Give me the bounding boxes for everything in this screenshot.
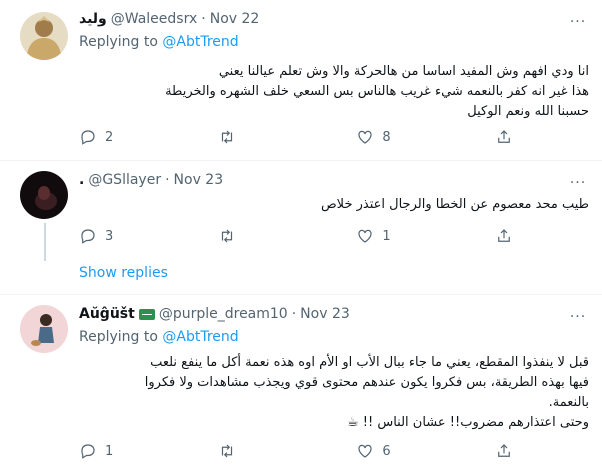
avatar-image: [20, 305, 68, 353]
tweet-text-line: طيب محد معصوم عن الخطا والرجال اعتذر خلا…: [320, 197, 589, 212]
retweet-icon: [221, 130, 232, 144]
timestamp[interactable]: Nov 23: [174, 172, 224, 188]
display-name[interactable]: وليد: [79, 11, 107, 27]
more-options-icon[interactable]: ···: [568, 307, 588, 327]
tweet-2[interactable]: . @GSllayer · Nov 23 ··· طيب محد معصوم ع…: [0, 161, 602, 261]
more-options-icon[interactable]: ···: [568, 173, 588, 193]
replying-to: Replying to @AbtTrend: [79, 34, 239, 50]
timestamp[interactable]: Nov 22: [210, 11, 260, 27]
share-icon: [498, 229, 510, 242]
share-icon: [498, 444, 510, 457]
reply-button[interactable]: 2: [79, 128, 159, 146]
avatar[interactable]: [20, 171, 68, 219]
more-options-icon[interactable]: ···: [568, 12, 588, 32]
mention-link[interactable]: @AbtTrend: [162, 329, 238, 345]
reply-button[interactable]: 3: [79, 227, 159, 245]
show-replies-link[interactable]: Show replies: [79, 265, 168, 281]
display-name[interactable]: Aŭĝüšt: [79, 306, 135, 322]
reply-count: 2: [105, 129, 114, 145]
retweet-button[interactable]: [218, 128, 298, 146]
reply-count: 3: [105, 228, 114, 244]
tweet-text-line: وحتى اعتذارهم مضروب!! عشان الناس !! ☕: [347, 415, 589, 430]
action-bar: 2 8: [79, 128, 519, 146]
replying-to: Replying to @AbtTrend: [79, 329, 239, 345]
tweet-text-line: انا ودي افهم وش المفيد اساسا من هالحركة …: [218, 64, 589, 79]
tweet-text-line: فيها بهذه الطريقة، بس فكروا يكون عندهم م…: [144, 375, 589, 390]
timestamp[interactable]: Nov 23: [300, 306, 350, 322]
tweet-text: انا ودي افهم وش المفيد اساسا من هالحركة …: [79, 62, 589, 122]
action-bar: 3 1: [79, 227, 519, 245]
thread-line: [44, 223, 46, 261]
display-name[interactable]: .: [79, 172, 84, 188]
retweet-button[interactable]: [218, 442, 298, 460]
like-button[interactable]: 8: [356, 128, 436, 146]
reply-icon: [81, 444, 95, 459]
tweet-text: قبل لا ينفذوا المقطع، يعني ما جاء ببال ا…: [79, 353, 589, 433]
avatar-image: [20, 171, 68, 219]
heart-icon: [358, 444, 372, 458]
tweet-header: . @GSllayer · Nov 23: [79, 172, 223, 188]
replying-prefix: Replying to: [79, 329, 163, 345]
action-bar: 1 6: [79, 442, 519, 460]
tweet-header: وليد @Waleedsrx · Nov 22: [79, 11, 259, 27]
heart-icon: [358, 130, 372, 144]
like-count: 6: [382, 443, 391, 459]
separator-dot: ·: [291, 306, 297, 322]
tweet-text-line: بالنعمة.: [548, 395, 589, 410]
reply-icon: [81, 229, 95, 244]
like-count: 8: [382, 129, 391, 145]
retweet-icon: [221, 229, 232, 243]
tweet-3[interactable]: Aŭĝüšt @purple_dream10 · Nov 23 ··· Repl…: [0, 295, 602, 465]
tweet-1[interactable]: وليد @Waleedsrx · Nov 22 ··· Replying to…: [0, 0, 602, 160]
separator-dot: ·: [201, 11, 206, 27]
avatar[interactable]: [20, 305, 68, 353]
user-handle[interactable]: @GSllayer: [88, 172, 161, 188]
share-button[interactable]: [495, 227, 519, 245]
like-count: 1: [382, 228, 391, 244]
replying-prefix: Replying to: [79, 34, 163, 50]
avatar[interactable]: [20, 12, 68, 60]
reply-count: 1: [105, 443, 114, 459]
tweet-text: طيب محد معصوم عن الخطا والرجال اعتذر خلا…: [79, 195, 589, 215]
user-handle[interactable]: @Waleedsrx: [111, 11, 198, 27]
share-button[interactable]: [495, 128, 519, 146]
mention-link[interactable]: @AbtTrend: [162, 34, 238, 50]
retweet-button[interactable]: [218, 227, 298, 245]
tweet-text-line: هذا غير انه كفر بالنعمه شيء غريب هالناس …: [165, 84, 589, 99]
like-button[interactable]: 1: [356, 227, 436, 245]
user-handle[interactable]: @purple_dream10: [159, 306, 288, 322]
reply-button[interactable]: 1: [79, 442, 159, 460]
heart-icon: [358, 229, 372, 243]
like-button[interactable]: 6: [356, 442, 436, 460]
retweet-icon: [221, 444, 232, 458]
separator-dot: ·: [165, 172, 170, 188]
flag-icon: [138, 308, 155, 320]
tweet-header: Aŭĝüšt @purple_dream10 · Nov 23: [79, 306, 350, 322]
share-icon: [498, 130, 510, 143]
reply-icon: [81, 130, 95, 145]
share-button[interactable]: [495, 442, 519, 460]
avatar-image: [20, 12, 68, 60]
tweet-text-line: قبل لا ينفذوا المقطع، يعني ما جاء ببال ا…: [150, 355, 589, 370]
tweet-text-line: حسبنا الله ونعم الوكيل: [467, 104, 589, 119]
